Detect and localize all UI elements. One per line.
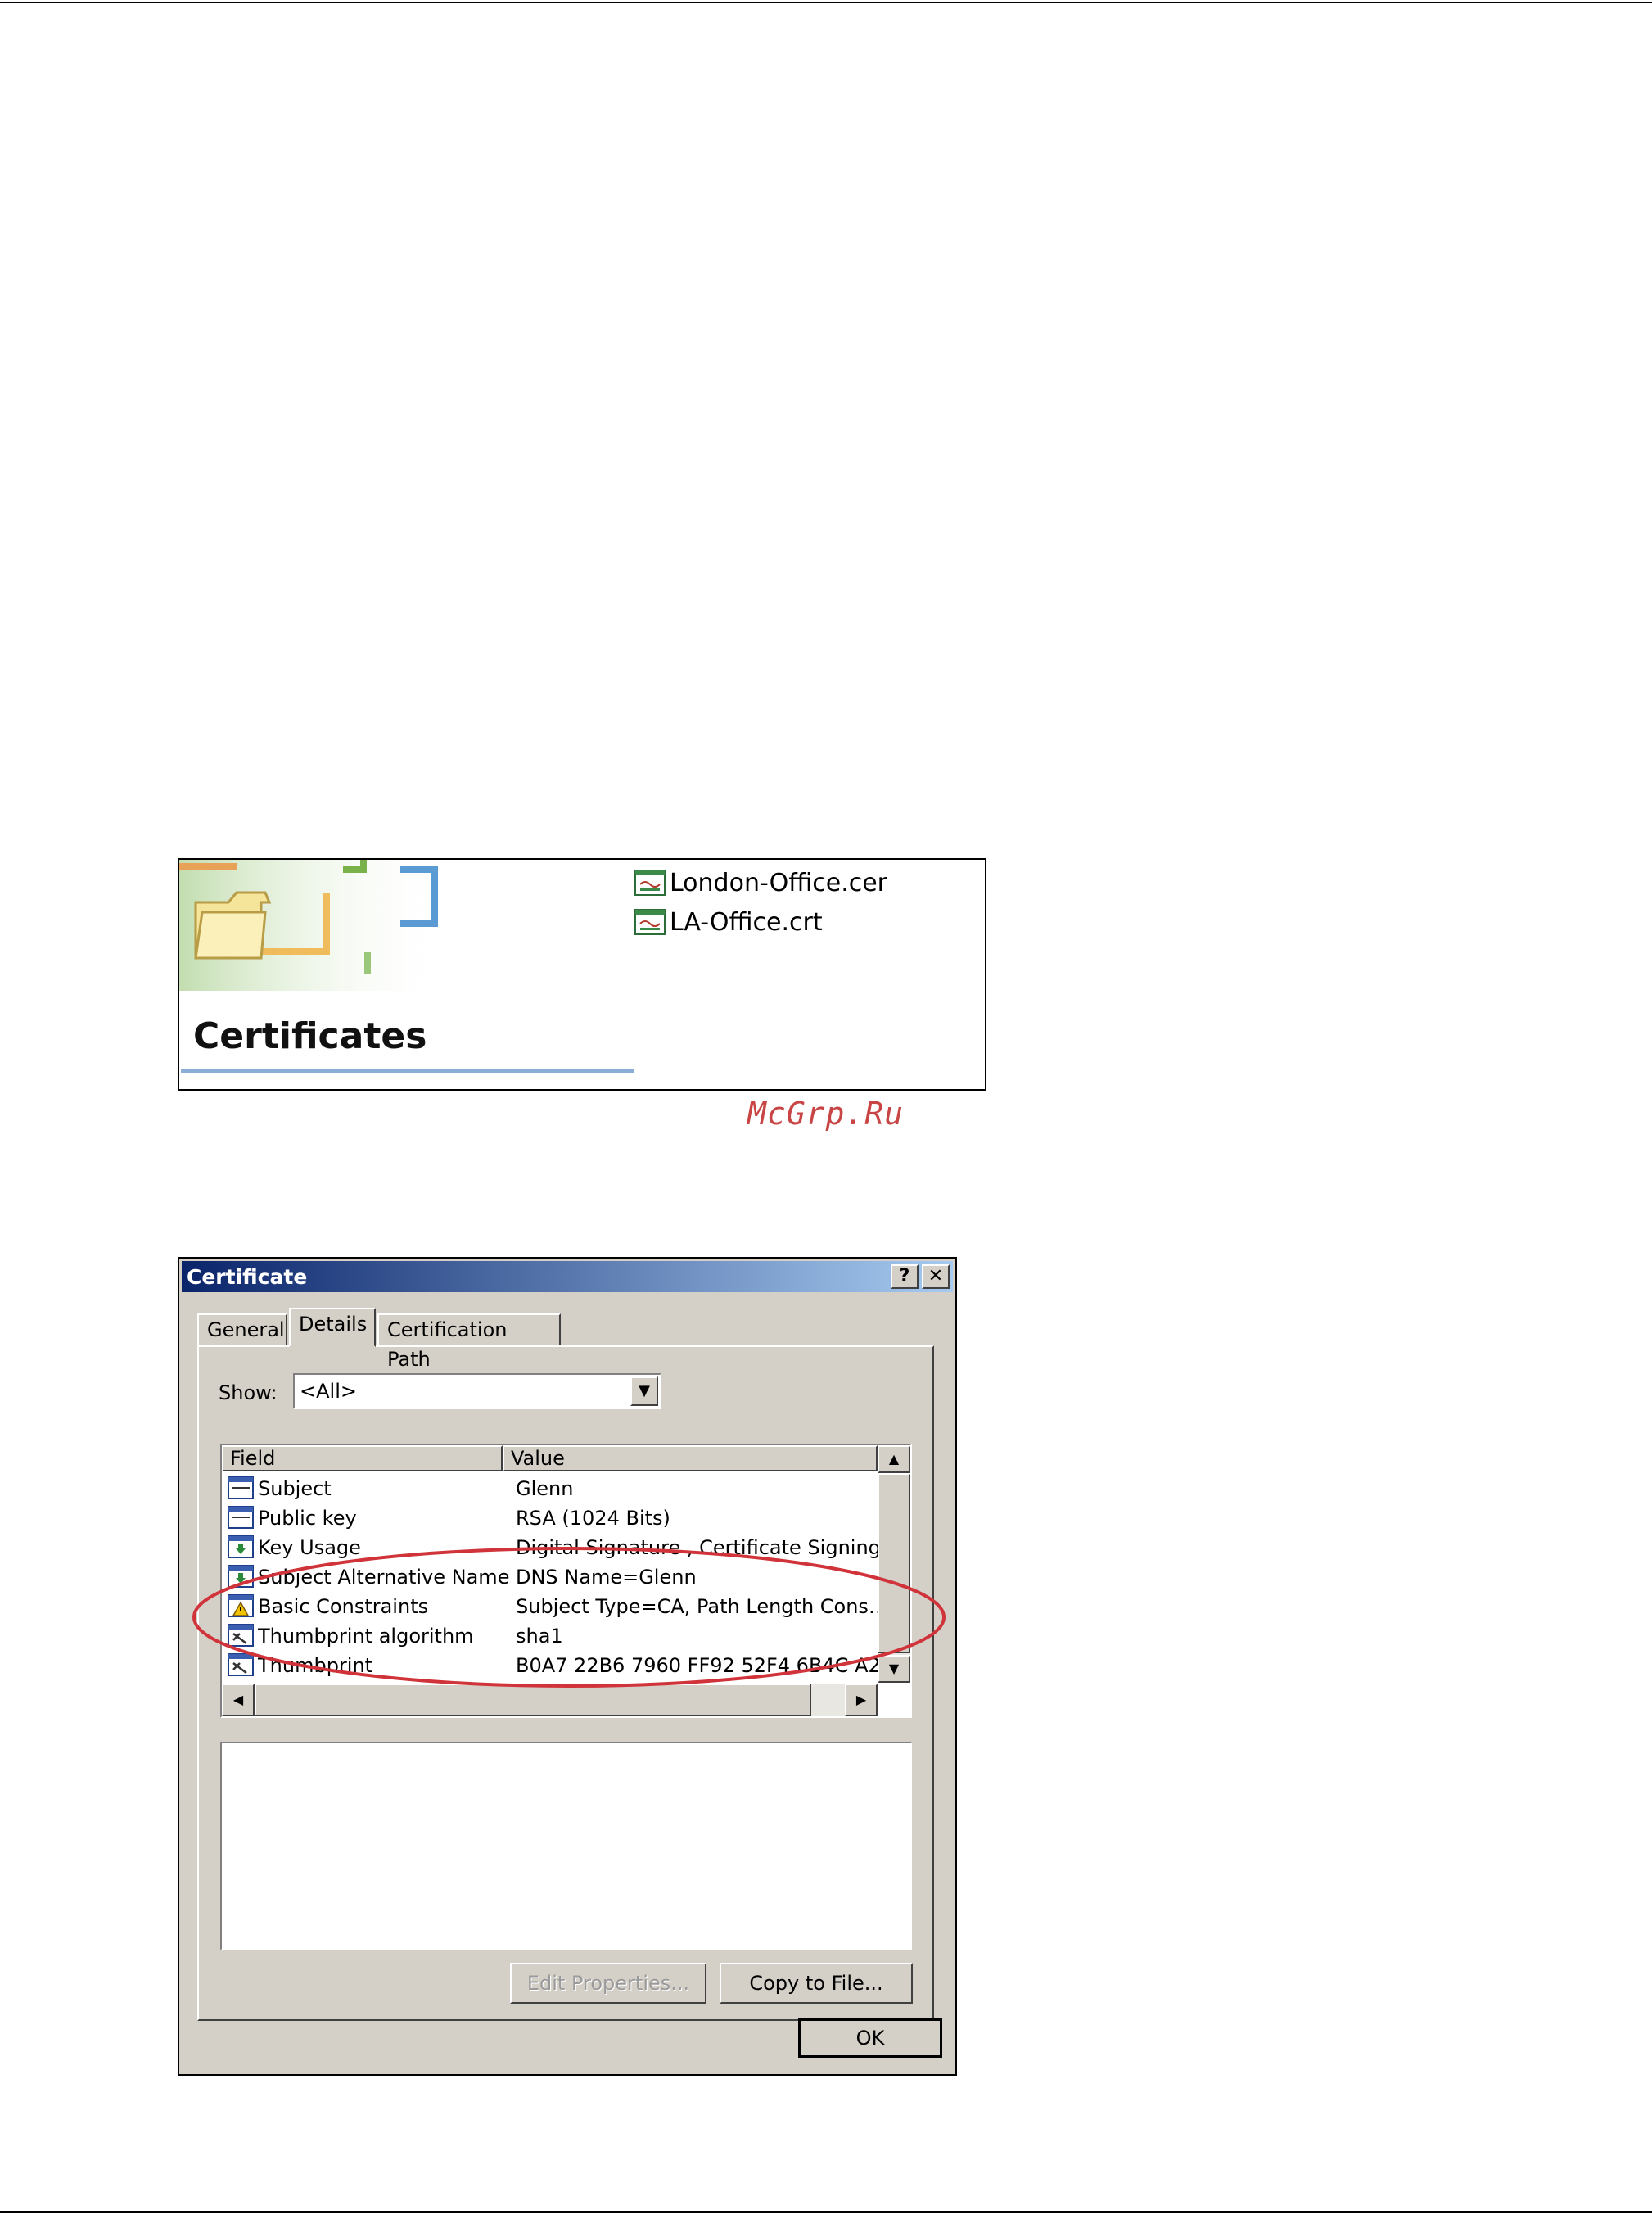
- details-panel: Show: <All> ▼ Field Value Subject Glenn …: [197, 1345, 934, 2021]
- field-name: Thumbprint algorithm: [258, 1625, 474, 1648]
- field-value: B0A7 22B6 7960 FF92 52F4 6B4C A2…: [516, 1654, 878, 1677]
- show-dropdown[interactable]: <All> ▼: [293, 1373, 661, 1409]
- property-icon: [228, 1653, 254, 1676]
- horizontal-scroll-thumb[interactable]: [255, 1684, 811, 1716]
- fields-listview[interactable]: Field Value Subject Glenn Public key RSA…: [220, 1444, 912, 1718]
- scroll-left-arrow-icon[interactable]: ◀: [222, 1684, 255, 1716]
- field-value: Glenn: [516, 1477, 574, 1500]
- tab-certification-path[interactable]: Certification Path: [377, 1313, 561, 1371]
- field-value: Digital Signature , Certificate Signing(…: [516, 1536, 878, 1559]
- certificate-file-icon: [634, 909, 666, 935]
- horizontal-scrollbar[interactable]: ◀ ▶: [222, 1684, 878, 1716]
- file-item-london-office[interactable]: London-Office.cer: [634, 866, 887, 899]
- field-name: Subject Alternative Name: [258, 1566, 510, 1589]
- field-icon: [228, 1476, 254, 1499]
- show-dropdown-value: <All>: [300, 1380, 357, 1403]
- field-value: Subject Type=CA, Path Length Cons…: [516, 1595, 878, 1618]
- scroll-down-arrow-icon[interactable]: ▼: [878, 1655, 910, 1683]
- edit-properties-button[interactable]: Edit Properties...: [510, 1963, 706, 2004]
- scroll-right-arrow-icon[interactable]: ▶: [845, 1684, 878, 1716]
- critical-extension-icon: [228, 1594, 254, 1617]
- table-row[interactable]: Public key RSA (1024 Bits): [225, 1503, 878, 1532]
- certificate-file-icon: [634, 870, 666, 896]
- field-name: Thumbprint: [258, 1654, 373, 1677]
- field-value: RSA (1024 Bits): [516, 1507, 670, 1530]
- chevron-down-icon[interactable]: ▼: [630, 1376, 658, 1406]
- dialog-titlebar[interactable]: Certificate ? ✕: [182, 1261, 953, 1292]
- field-name: Subject: [258, 1477, 332, 1500]
- field-value: sha1: [516, 1625, 563, 1648]
- scroll-up-arrow-icon[interactable]: ▲: [878, 1445, 910, 1473]
- column-header-field[interactable]: Field: [222, 1445, 503, 1471]
- field-value: DNS Name=Glenn: [516, 1566, 697, 1589]
- table-row[interactable]: Key Usage Digital Signature , Certificat…: [225, 1532, 878, 1562]
- close-button[interactable]: ✕: [922, 1264, 950, 1289]
- folder-title: Certificates: [193, 1015, 427, 1057]
- file-item-la-office[interactable]: LA-Office.crt: [634, 906, 823, 938]
- property-icon: [228, 1624, 254, 1647]
- vertical-scrollbar[interactable]: ▲ ▼: [878, 1445, 910, 1683]
- field-name: Public key: [258, 1507, 357, 1530]
- tab-details[interactable]: Details: [289, 1308, 376, 1347]
- table-row[interactable]: Basic Constraints Subject Type=CA, Path …: [225, 1591, 878, 1621]
- table-row[interactable]: Subject Glenn: [225, 1473, 878, 1503]
- extension-icon: [228, 1535, 254, 1558]
- field-name: Key Usage: [258, 1536, 361, 1559]
- certificate-dialog: Certificate ? ✕ General Details Certific…: [178, 1257, 957, 2076]
- extension-icon: [228, 1565, 254, 1588]
- dialog-title: Certificate: [187, 1265, 308, 1289]
- ok-button[interactable]: OK: [798, 2018, 942, 2058]
- page-bottom-rule: [0, 2211, 1652, 2213]
- help-button[interactable]: ?: [891, 1264, 919, 1289]
- field-detail-textbox[interactable]: [220, 1742, 912, 1950]
- copy-to-file-button[interactable]: Copy to File...: [720, 1963, 913, 2004]
- folder-graphic: [179, 860, 449, 991]
- field-icon: [228, 1506, 254, 1529]
- table-row[interactable]: Subject Alternative Name DNS Name=Glenn: [225, 1562, 878, 1591]
- table-row[interactable]: Thumbprint algorithm sha1: [225, 1621, 878, 1650]
- watermark: McGrp.Ru: [747, 1096, 905, 1132]
- tab-general[interactable]: General: [197, 1313, 287, 1346]
- field-name: Basic Constraints: [258, 1595, 429, 1618]
- folder-title-underline: [181, 1069, 634, 1073]
- vertical-scroll-thumb[interactable]: [878, 1473, 910, 1653]
- page-top-rule: [0, 2, 1652, 3]
- file-name: London-Office.cer: [670, 868, 888, 897]
- certificates-folder-view: Certificates London-Office.cer LA-Office…: [178, 858, 986, 1091]
- table-row[interactable]: Thumbprint B0A7 22B6 7960 FF92 52F4 6B4C…: [225, 1650, 878, 1679]
- file-name: LA-Office.crt: [670, 907, 823, 937]
- column-header-value[interactable]: Value: [503, 1445, 878, 1471]
- show-label: Show:: [219, 1381, 278, 1404]
